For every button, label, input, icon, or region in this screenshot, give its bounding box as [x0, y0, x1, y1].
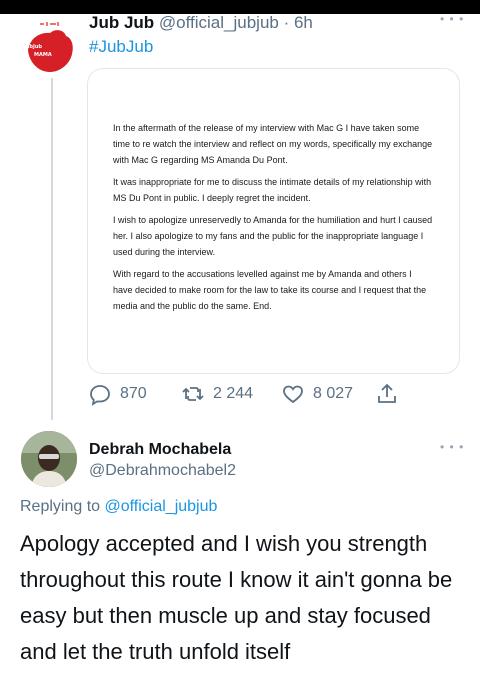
reply-author-name[interactable]: Debrah Mochabela	[89, 441, 231, 459]
avatar-label-top: JubJub	[23, 44, 42, 50]
share-icon	[378, 383, 396, 403]
thread-connector-line	[51, 78, 53, 420]
reply-count: 870	[120, 385, 147, 402]
retweet-icon	[182, 387, 204, 401]
top-bar	[0, 0, 480, 14]
replying-to-line: Replying to @official_jubjub	[20, 498, 217, 516]
statement-paragraph: I wish to apologize unreservedly to Aman…	[113, 215, 433, 257]
reply-bubble-icon	[90, 385, 110, 406]
reply-author-handle[interactable]: @Debrahmochabel2	[89, 462, 236, 480]
author-handle-time[interactable]: @official_jubjub · 6h	[159, 13, 313, 32]
avatar-label-mid: MAMA	[34, 52, 52, 58]
heart-icon	[283, 385, 303, 404]
share-action[interactable]	[375, 382, 399, 406]
statement-paragraph: It was inappropriate for me to discuss t…	[113, 177, 432, 203]
more-options-icon[interactable]: • • •	[440, 12, 464, 26]
reply-body-text: Apology accepted and I wish you strength…	[20, 531, 453, 664]
more-options-icon[interactable]: • • •	[440, 440, 464, 454]
profile-photo-icon	[21, 431, 77, 487]
jubjub-logo-icon: JubJub MAMA	[23, 22, 73, 72]
statement-paragraph: With regard to the accusations levelled …	[113, 269, 427, 311]
tweet-author-row: Jub Jub @official_jubjub · 6h	[89, 13, 313, 33]
replying-to-link[interactable]: @official_jubjub	[105, 498, 218, 515]
tweet-actions-bar: 870 2 244 8 027	[0, 382, 480, 410]
avatar-jubjub[interactable]: JubJub MAMA	[20, 16, 82, 78]
avatar-debrah[interactable]	[21, 431, 77, 487]
like-count: 8 027	[313, 385, 354, 402]
retweet-count: 2 244	[213, 385, 254, 402]
hashtag-link[interactable]: #JubJub	[89, 37, 153, 57]
like-action[interactable]: 8 027	[281, 382, 353, 406]
statement-text: In the aftermath of the release of my in…	[113, 120, 433, 320]
replying-prefix: Replying to	[20, 498, 101, 515]
statement-paragraph: In the aftermath of the release of my in…	[113, 123, 433, 165]
reply-action[interactable]: 870	[88, 382, 147, 406]
author-name[interactable]: Jub Jub	[89, 13, 154, 32]
retweet-action[interactable]: 2 244	[181, 382, 253, 406]
